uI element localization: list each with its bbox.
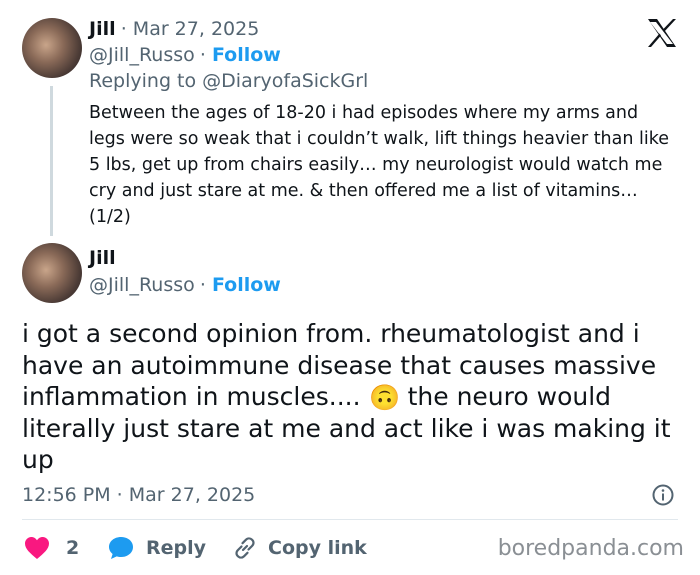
- tweet-date[interactable]: Mar 27, 2025: [133, 18, 260, 40]
- tweet-timestamp[interactable]: 12:56 PM · Mar 27, 2025: [22, 484, 255, 506]
- like-count: 2: [66, 537, 80, 559]
- heart-icon: [25, 537, 49, 559]
- main-tweet-text: i got a second opinion from. rheumatolog…: [22, 319, 671, 474]
- upside-down-face-emoji: 🙂: [368, 382, 400, 412]
- info-icon[interactable]: [652, 484, 674, 506]
- boredpanda-watermark: boredpanda.com: [497, 536, 684, 561]
- author-name[interactable]: Jill: [89, 247, 116, 269]
- avatar[interactable]: [22, 243, 82, 303]
- replying-to[interactable]: Replying to @DiaryofaSickGrl: [89, 70, 368, 92]
- author-name[interactable]: Jill: [89, 18, 116, 40]
- reply-tweet-header: Jill · Mar 27, 2025: [89, 18, 260, 40]
- divider: [22, 519, 678, 520]
- reply-label: Reply: [146, 537, 207, 559]
- author-handle[interactable]: @Jill_Russo: [89, 44, 195, 66]
- thread-line: [50, 86, 53, 236]
- follow-button[interactable]: Follow: [212, 44, 281, 66]
- like-button[interactable]: 2: [24, 536, 79, 560]
- reply-button[interactable]: Reply: [108, 536, 206, 560]
- reply-tweet-text: Between the ages of 18-20 i had episodes…: [89, 103, 670, 227]
- copy-link-button[interactable]: Copy link: [232, 536, 367, 560]
- link-icon: [235, 537, 255, 559]
- author-handle[interactable]: @Jill_Russo: [89, 274, 195, 296]
- avatar[interactable]: [22, 18, 82, 78]
- follow-button[interactable]: Follow: [212, 274, 281, 296]
- copy-link-label: Copy link: [268, 537, 367, 559]
- comment-icon: [109, 537, 133, 559]
- x-logo-icon[interactable]: [646, 18, 678, 48]
